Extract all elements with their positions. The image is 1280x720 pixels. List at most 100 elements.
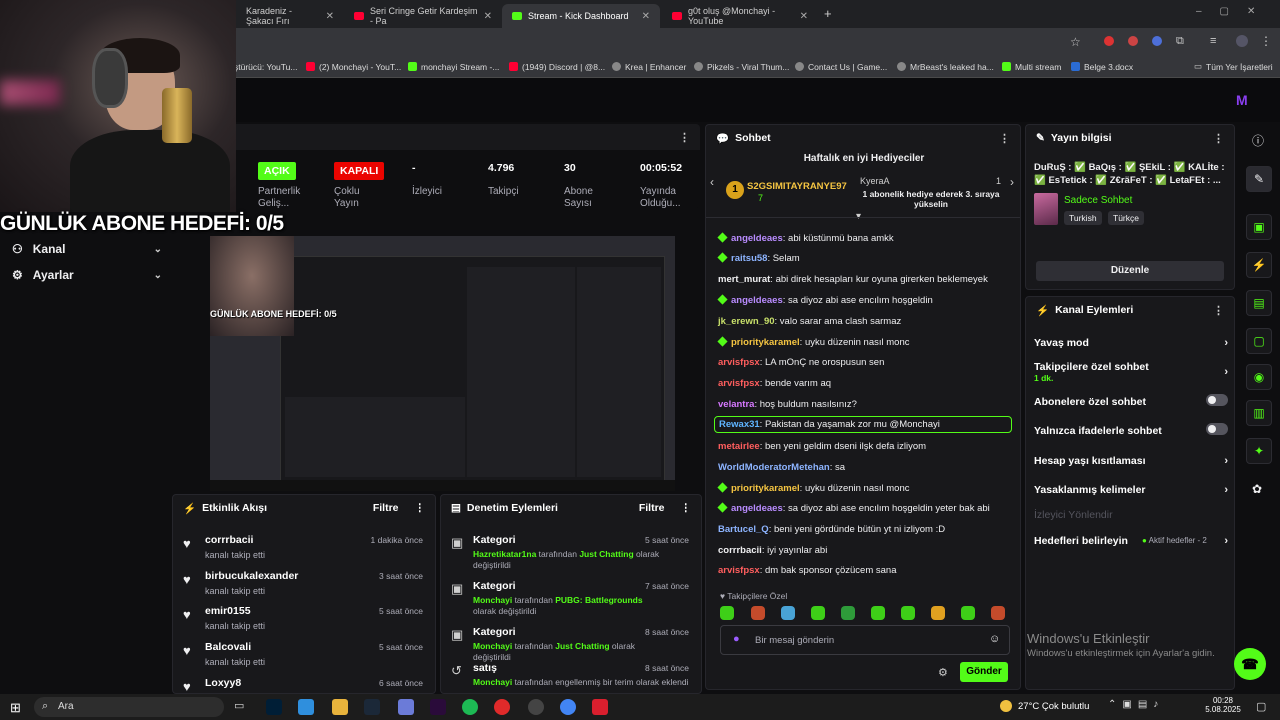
bookmark-folder[interactable]: ▭ Tüm Yer İşaretleri (1194, 61, 1273, 72)
filter-button[interactable]: Filtre (639, 502, 665, 514)
explorer-icon[interactable] (332, 699, 348, 715)
mod-actor[interactable]: Hazretikatar1na (473, 549, 536, 559)
wrench-icon[interactable]: ✦ (1246, 438, 1272, 464)
close-icon[interactable]: ✕ (800, 11, 808, 22)
feed-username[interactable]: emir0155 (205, 605, 251, 617)
extension-icon[interactable] (1104, 36, 1114, 46)
close-icon[interactable]: ✕ (326, 11, 334, 22)
action-followers-only[interactable]: Takipçilere özel sohbet › 1 dk. (1034, 361, 1228, 383)
emote[interactable] (991, 606, 1005, 620)
support-button[interactable]: ☎ (1234, 648, 1266, 680)
app-icon[interactable] (298, 699, 314, 715)
emote[interactable] (961, 606, 975, 620)
action-slow-mode[interactable]: Yavaş mod › (1034, 337, 1228, 349)
puzzle-icon[interactable]: ⧉ (1176, 35, 1184, 48)
sidebar-item-kanal[interactable]: ⚇ Kanal ⌄ (12, 242, 162, 256)
bookmark[interactable]: Contact Us | Game... (795, 62, 887, 72)
notification-icon[interactable]: ▢ (1256, 700, 1266, 713)
feed-username[interactable]: corrrbacii (205, 534, 253, 546)
search-box[interactable]: ⌕ Ara (34, 697, 224, 717)
chat-icon[interactable]: ▢ (1246, 328, 1272, 354)
opera-icon[interactable] (494, 699, 510, 715)
feed-username[interactable]: birbucukalexander (205, 570, 298, 582)
spotify-icon[interactable] (462, 699, 478, 715)
action-emote-only[interactable]: Yalnızca ifadelerle sohbet (1034, 423, 1228, 437)
browser-tab[interactable]: Karadeniz - Şakacı Fırı ✕ (236, 4, 344, 28)
more-icon[interactable]: ⋮ (681, 502, 692, 514)
action-account-age[interactable]: Hesap yaşı kısıtlaması › (1034, 455, 1228, 467)
bookmark[interactable]: Belge 3.docx (1071, 62, 1133, 72)
chevron-left-icon[interactable]: ‹ (710, 175, 714, 189)
profile-logo[interactable]: M (1236, 92, 1248, 108)
more-icon[interactable]: ⋮ (1213, 132, 1224, 145)
mod-actor[interactable]: Monchayi (473, 595, 512, 605)
menu-icon[interactable]: ⋮ (1260, 34, 1272, 48)
chat-username[interactable]: prioritykaramel (731, 483, 800, 494)
list-icon[interactable]: ≡ (1210, 35, 1216, 47)
extension-icon[interactable] (1128, 36, 1138, 46)
obs-icon[interactable] (528, 699, 544, 715)
discord-icon[interactable] (398, 699, 414, 715)
bolt-icon[interactable]: ⚡ (1246, 252, 1272, 278)
browser-tab[interactable]: g0t oluş @Monchayi - YouTube ✕ (662, 4, 818, 28)
chat-username[interactable]: angeldeaes (731, 295, 783, 306)
toggle[interactable] (1206, 394, 1228, 406)
window-controls[interactable]: –▢✕ (1196, 6, 1273, 17)
close-icon[interactable]: ✕ (642, 11, 650, 22)
chat-username[interactable]: raitsu58 (731, 253, 767, 264)
chat-username[interactable]: prioritykaramel (731, 337, 800, 348)
chat-username[interactable]: arvisfpsx (718, 565, 760, 576)
filter-button[interactable]: Filtre (373, 502, 399, 514)
weather-text[interactable]: 27°C Çok bulutlu (1018, 701, 1089, 712)
clipboard-icon[interactable]: ▤ (1246, 290, 1272, 316)
app-icon[interactable] (592, 699, 608, 715)
extension-icon[interactable] (1152, 36, 1162, 46)
top-gifter-name[interactable]: S2GSIMITAYRANYE97 (747, 181, 847, 192)
mod-actor[interactable]: Monchayi (473, 677, 512, 687)
storage-icon[interactable]: ▥ (1246, 400, 1272, 426)
bookmark[interactable]: (2) Monchayi - YouT... (306, 62, 401, 72)
close-icon[interactable]: ✕ (484, 11, 492, 22)
emote[interactable] (931, 606, 945, 620)
more-icon[interactable]: ⋮ (1213, 304, 1224, 317)
windows-start-icon[interactable]: ⊞ (10, 700, 21, 716)
bookmark[interactable]: Pikzels - Viral Thum... (694, 62, 789, 72)
chat-username[interactable]: Rewax31 (719, 419, 760, 430)
bookmark[interactable]: ştürücü: YouTu... (234, 62, 297, 72)
chat-username[interactable]: velantra (718, 399, 754, 410)
chat-username[interactable]: WorldModeratorMetehan (718, 462, 830, 473)
emoji-icon[interactable]: ☺ (989, 633, 1000, 645)
action-subscribers-only[interactable]: Abonelere özel sohbet (1034, 394, 1228, 408)
chevron-right-icon[interactable]: › (1010, 175, 1014, 189)
mic-icon[interactable]: ● (733, 633, 740, 645)
settings-icon[interactable]: ✿ (1252, 482, 1262, 496)
more-icon[interactable]: ⋮ (415, 502, 426, 514)
stream-preview[interactable]: GÜNLÜK ABONE HEDEFİ: 0/5 (210, 236, 675, 491)
bookmark[interactable]: MrBeast's leaked ha... (897, 62, 994, 72)
bookmark[interactable]: monchayi Stream -... (408, 62, 499, 72)
gear-icon[interactable]: ⚙ (938, 666, 948, 679)
emote[interactable] (751, 606, 765, 620)
feed-username[interactable]: Loxyy8 (205, 677, 241, 689)
chat-username[interactable]: mert_murat (718, 274, 770, 285)
send-button[interactable]: Gönder (960, 662, 1008, 682)
gifter2-name[interactable]: KyeraA (860, 176, 890, 186)
emote[interactable] (720, 606, 734, 620)
bookmark[interactable]: (1949) Discord | @8... (509, 62, 605, 72)
chat-username[interactable]: Bartucel_Q (718, 524, 769, 535)
chat-username[interactable]: angeldeaes (731, 503, 783, 514)
chat-username[interactable]: metairlee (718, 441, 760, 452)
browser-tab[interactable]: Seri Cringe Getir Kardeşim - Pa ✕ (344, 4, 502, 28)
more-icon[interactable]: ⋮ (999, 132, 1010, 145)
emote[interactable] (841, 606, 855, 620)
avatar[interactable] (1236, 35, 1248, 47)
browser-tab-active[interactable]: Stream - Kick Dashboard ✕ (502, 4, 660, 28)
clock[interactable]: 00:28 5.08.2025 (1204, 696, 1242, 714)
action-goals[interactable]: Hedefleri belirleyin ● Aktif hedefler - 2… (1034, 535, 1228, 547)
star-icon[interactable]: ☆ (1070, 35, 1081, 49)
info-icon[interactable]: ⓘ (1252, 132, 1264, 149)
feed-username[interactable]: Balcovali (205, 641, 251, 653)
chat-username[interactable]: jk_erewn_90 (718, 316, 775, 327)
action-banned-words[interactable]: Yasaklanmış kelimeler › (1034, 484, 1228, 496)
edit-button[interactable]: Düzenle (1036, 261, 1224, 281)
